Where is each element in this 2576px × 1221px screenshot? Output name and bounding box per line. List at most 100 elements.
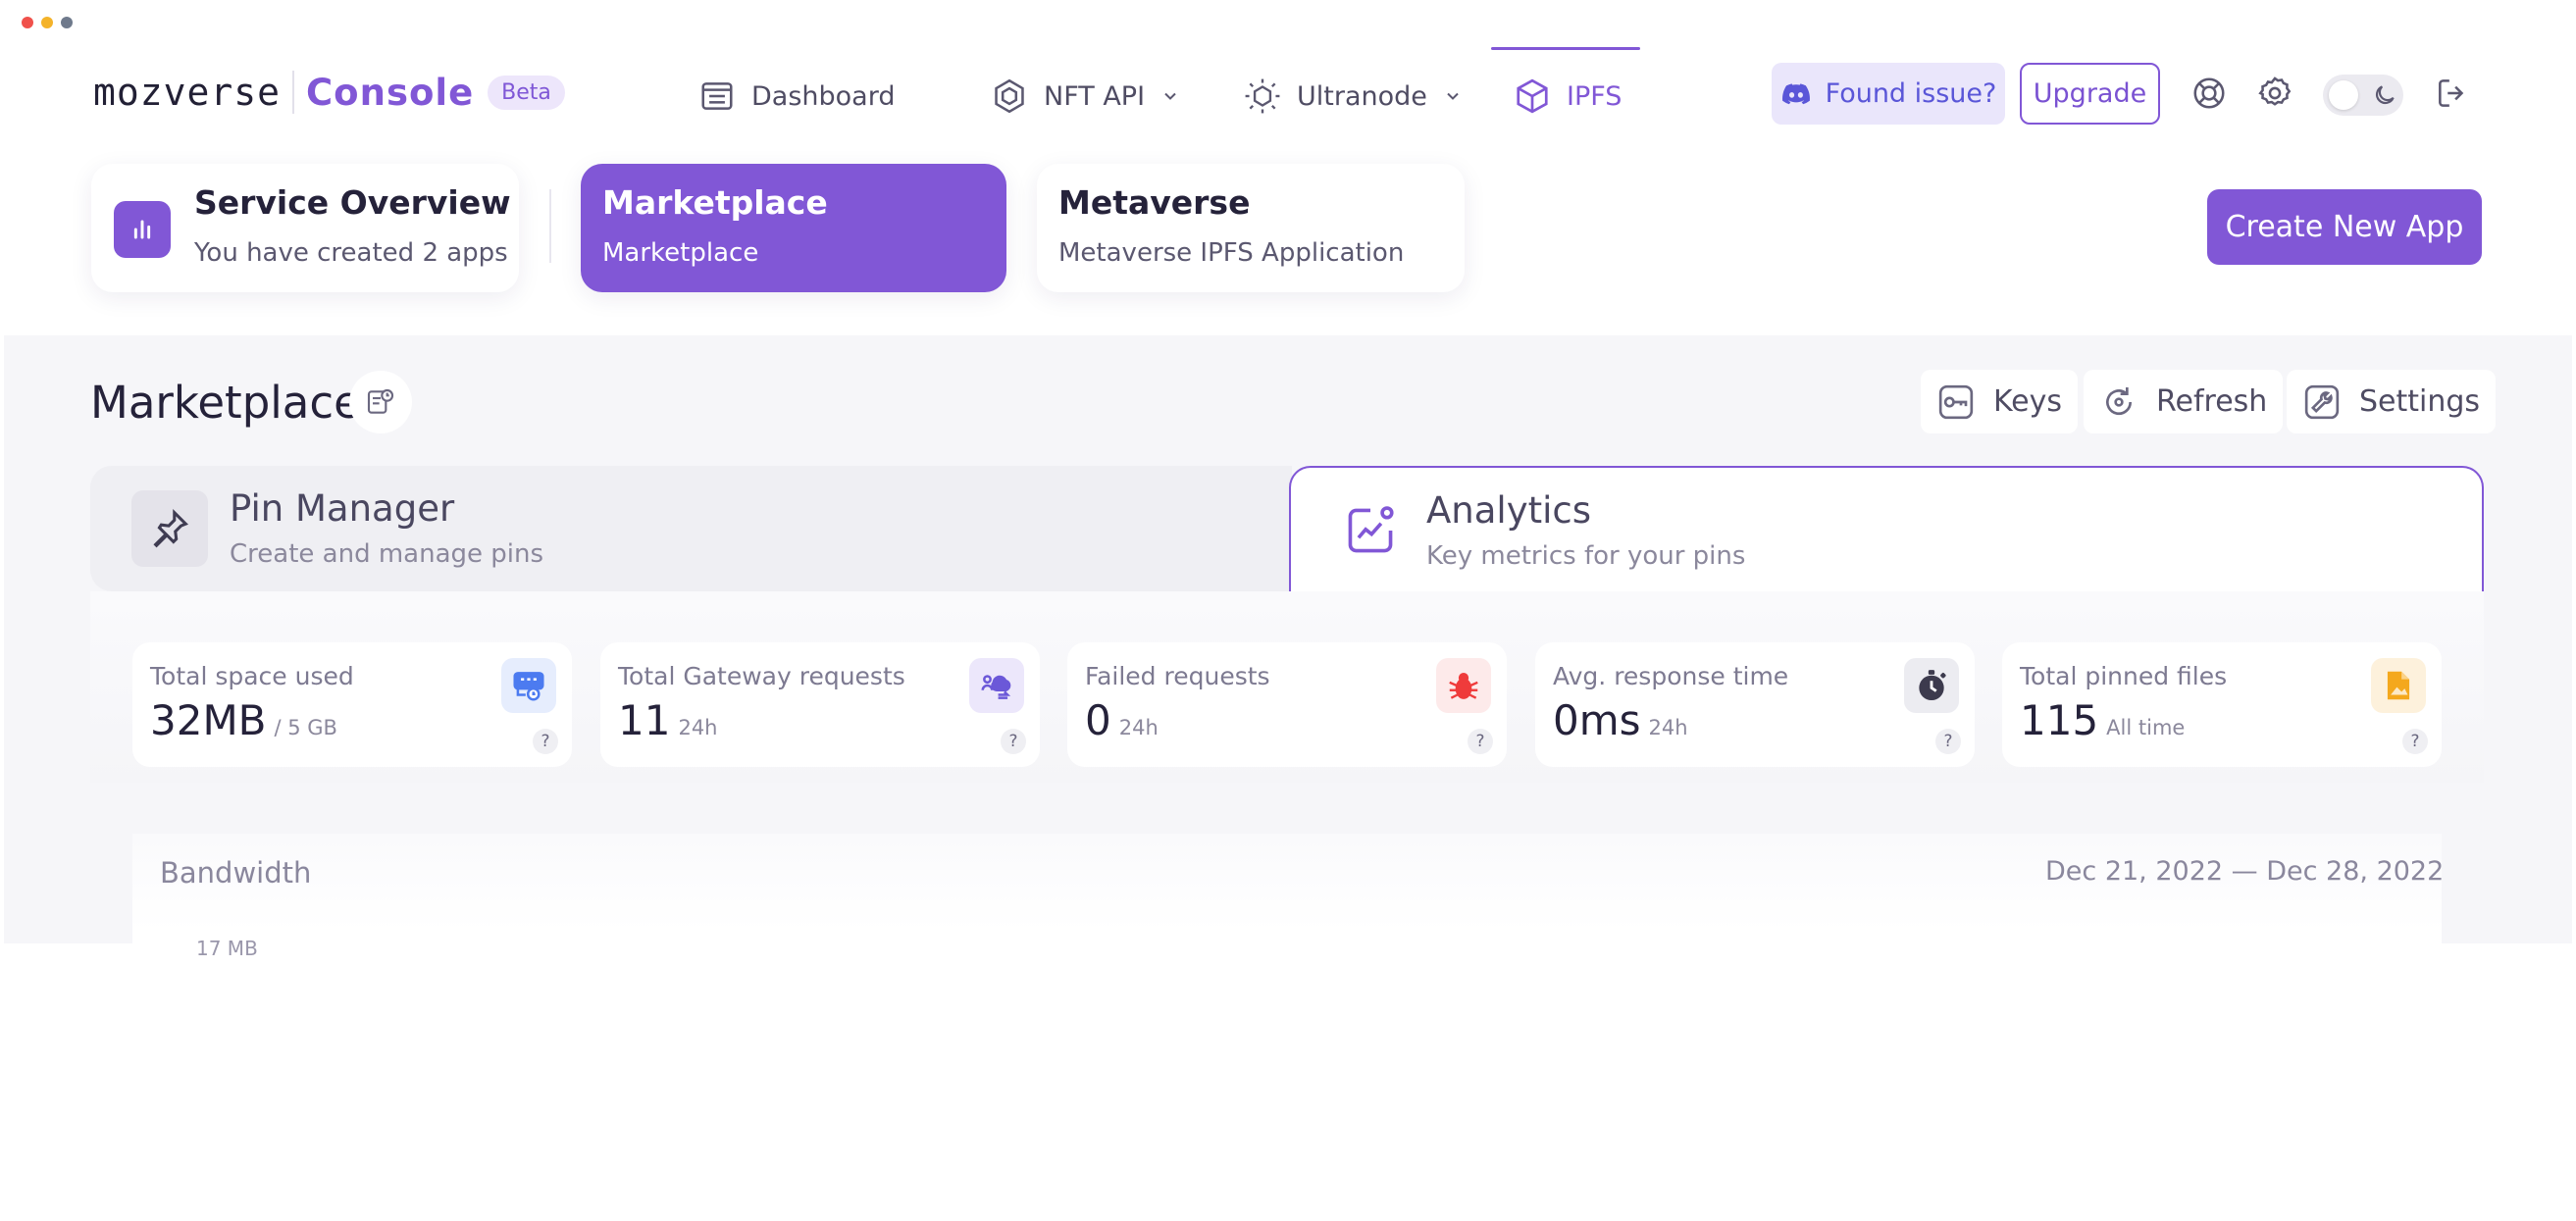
stat-card-gateway: Total Gateway requests 11 24h ? <box>600 642 1040 767</box>
app-card-marketplace[interactable]: Marketplace Marketplace <box>581 164 1006 292</box>
bandwidth-title: Bandwidth <box>160 856 312 890</box>
moon-icon <box>2375 85 2395 105</box>
hexagon-icon <box>995 78 1024 114</box>
wrench-icon <box>2304 384 2340 419</box>
stat-label: Total space used <box>150 662 354 690</box>
nav-ipfs-label: IPFS <box>1567 80 1623 112</box>
keys-button[interactable]: Keys <box>1921 370 2079 433</box>
help-tooltip-button[interactable]: ? <box>1001 729 1026 754</box>
app-info-button[interactable] <box>349 371 412 433</box>
app-card-sub: Metaverse IPFS Application <box>1058 238 1405 268</box>
bar-chart-icon <box>114 201 171 258</box>
help-tooltip-button[interactable]: ? <box>533 729 558 754</box>
support-button[interactable] <box>2188 72 2231 115</box>
keys-label: Keys <box>1993 384 2063 419</box>
tab-analytics-sub: Key metrics for your pins <box>1426 541 1746 571</box>
refresh-icon <box>2106 386 2133 415</box>
logo-wordmark: mozverse <box>93 71 282 114</box>
tab-analytics[interactable]: Analytics Key metrics for your pins <box>1289 466 2484 593</box>
cube-icon <box>1517 78 1548 114</box>
key-icon <box>1938 384 1974 419</box>
close-window-dot[interactable] <box>22 17 33 28</box>
chevron-down-icon <box>1164 92 1176 100</box>
service-overview-sub: You have created 2 apps <box>194 238 508 268</box>
create-new-app-button[interactable]: Create New App <box>2207 189 2482 265</box>
app-card-title: Marketplace <box>602 183 828 222</box>
help-tooltip-button[interactable]: ? <box>1468 729 1493 754</box>
tab-analytics-title: Analytics <box>1426 489 1592 532</box>
logo-console-text: Console <box>306 71 475 114</box>
stat-value: 11 24h <box>618 696 718 744</box>
brand-logo[interactable]: mozverse Console Beta <box>93 71 565 114</box>
dashboard-icon <box>701 82 733 110</box>
stat-label: Total pinned files <box>2020 662 2228 690</box>
found-issue-button[interactable]: Found issue? <box>1772 63 2005 125</box>
stat-unit: All time <box>2106 716 2186 739</box>
nav-ultranode[interactable]: Ultranode <box>1244 72 1463 121</box>
service-overview-card[interactable]: Service Overview You have created 2 apps <box>91 164 519 292</box>
lifebuoy-icon <box>2193 77 2225 109</box>
stat-unit: / 5 GB <box>274 716 337 739</box>
tab-pin-manager[interactable]: Pin Manager Create and manage pins <box>90 466 1292 591</box>
bug-icon <box>1436 658 1491 713</box>
tab-pin-manager-title: Pin Manager <box>230 487 455 530</box>
zoom-window-dot[interactable] <box>61 17 73 28</box>
analytics-icon <box>1332 492 1409 569</box>
window-controls <box>22 17 73 28</box>
app-card-title: Metaverse <box>1058 183 1251 222</box>
storage-icon <box>501 658 556 713</box>
stat-unit: 24h <box>1118 716 1159 739</box>
stopwatch-icon <box>1904 658 1959 713</box>
stat-value: 0ms 24h <box>1553 696 1688 744</box>
nav-dashboard[interactable]: Dashboard <box>698 72 895 121</box>
stat-value: 115 All time <box>2020 696 2186 744</box>
beta-badge: Beta <box>488 75 565 110</box>
stat-card-response-time: Avg. response time 0ms 24h ? <box>1535 642 1975 767</box>
help-tooltip-button[interactable]: ? <box>2402 729 2428 754</box>
found-issue-label: Found issue? <box>1825 78 1997 109</box>
document-clock-icon <box>367 388 394 414</box>
cards-divider <box>549 189 551 263</box>
settings-button[interactable] <box>2253 72 2296 115</box>
service-overview-title: Service Overview <box>194 183 511 222</box>
gear-icon <box>2258 76 2292 106</box>
nav-nft-api-label: NFT API <box>1044 80 1146 112</box>
stat-card-failed: Failed requests 0 24h ? <box>1067 642 1507 767</box>
app-card-metaverse[interactable]: Metaverse Metaverse IPFS Application <box>1037 164 1465 292</box>
bandwidth-y-tick-label: 17 MB <box>196 937 258 960</box>
stat-card-space: Total space used 32MB/ 5 GB ? <box>132 642 572 767</box>
bandwidth-date-range[interactable]: Dec 21, 2022 — Dec 28, 2022 <box>2045 856 2444 887</box>
ultranode-icon <box>1245 78 1280 114</box>
nav-ultranode-label: Ultranode <box>1297 80 1427 112</box>
nav-ipfs[interactable]: IPFS <box>1514 72 1622 121</box>
settings-app-button[interactable]: Settings <box>2287 370 2497 433</box>
minimize-window-dot[interactable] <box>41 17 53 28</box>
stat-label: Total Gateway requests <box>618 662 905 690</box>
view-tabs: Pin Manager Create and manage pins Analy… <box>90 466 2484 593</box>
logout-button[interactable] <box>2431 72 2474 115</box>
file-icon <box>2371 658 2426 713</box>
refresh-label: Refresh <box>2156 384 2268 419</box>
stat-unit: 24h <box>678 716 718 739</box>
stat-label: Failed requests <box>1085 662 1270 690</box>
stat-value: 0 24h <box>1085 696 1159 744</box>
nav-active-indicator <box>1491 47 1640 50</box>
stat-value: 32MB/ 5 GB <box>150 696 337 744</box>
chevron-down-icon <box>1447 92 1459 100</box>
cloud-transfer-icon <box>969 658 1024 713</box>
app-card-sub: Marketplace <box>602 238 759 268</box>
toggle-knob <box>2329 80 2358 110</box>
help-tooltip-button[interactable]: ? <box>1935 729 1961 754</box>
top-header: mozverse Console Beta Dashboard NFT API … <box>0 39 2576 147</box>
logo-divider <box>292 71 295 114</box>
tab-pin-manager-sub: Create and manage pins <box>230 539 544 569</box>
nav-nft-api[interactable]: NFT API <box>991 72 1180 121</box>
upgrade-button[interactable]: Upgrade <box>2020 63 2160 125</box>
settings-app-label: Settings <box>2359 384 2481 419</box>
pin-icon <box>131 490 208 567</box>
logout-icon <box>2439 79 2464 107</box>
theme-toggle[interactable] <box>2323 75 2403 116</box>
refresh-button[interactable]: Refresh <box>2084 370 2284 433</box>
stat-label: Avg. response time <box>1553 662 1789 690</box>
stat-card-pinned-files: Total pinned files 115 All time ? <box>2002 642 2442 767</box>
